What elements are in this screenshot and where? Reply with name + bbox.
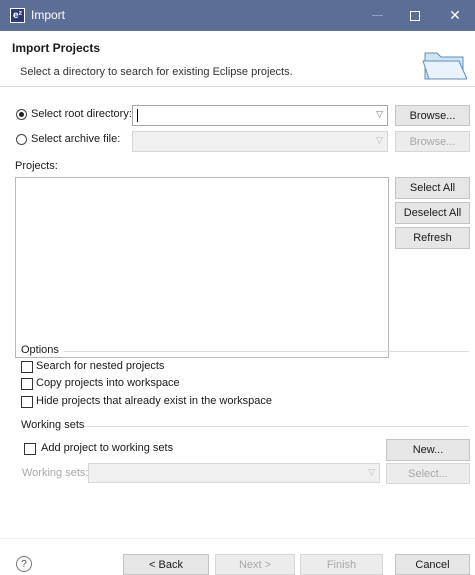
- options-group-title: Options: [21, 344, 59, 356]
- back-button[interactable]: < Back: [123, 554, 209, 575]
- folder-icon: [422, 52, 467, 80]
- root-directory-radio[interactable]: [16, 109, 29, 122]
- chevron-down-icon: ▽: [368, 467, 375, 477]
- finish-button[interactable]: Finish: [300, 554, 383, 575]
- wizard-body: Select root directory: ▽ Browse... Selec…: [0, 88, 475, 575]
- hide-existing-label: Hide projects that already exist in the …: [36, 395, 273, 407]
- working-sets-label: Working sets:: [22, 467, 89, 479]
- page-title: Import Projects: [12, 41, 101, 55]
- maximize-icon: [410, 10, 420, 21]
- root-directory-combo[interactable]: ▽: [132, 105, 388, 126]
- next-button[interactable]: Next >: [215, 554, 295, 575]
- select-all-button[interactable]: Select All: [395, 177, 470, 199]
- archive-file-label: Select archive file:: [31, 133, 121, 145]
- archive-file-combo[interactable]: ▽: [132, 131, 388, 152]
- refresh-button[interactable]: Refresh: [395, 227, 470, 249]
- text-caret: [137, 109, 138, 122]
- working-sets-divider: [84, 426, 469, 427]
- deselect-all-button[interactable]: Deselect All: [395, 202, 470, 224]
- working-sets-group-title: Working sets: [21, 419, 85, 431]
- working-sets-combo[interactable]: ▽: [88, 463, 380, 483]
- radio-indicator: [16, 109, 27, 120]
- select-working-sets-button[interactable]: Select...: [386, 463, 470, 484]
- radio-indicator: [16, 134, 27, 145]
- search-nested-label: Search for nested projects: [36, 360, 165, 372]
- import-dialog: e² Import ✕ Import Projects Select a dir…: [0, 0, 475, 575]
- projects-list[interactable]: [15, 177, 389, 358]
- add-to-working-sets-checkbox[interactable]: [24, 443, 36, 455]
- add-to-working-sets-label: Add project to working sets: [41, 442, 174, 454]
- hide-existing-checkbox[interactable]: [21, 396, 33, 408]
- browse-button[interactable]: Browse...: [395, 105, 470, 126]
- copy-projects-label: Copy projects into workspace: [36, 377, 180, 389]
- search-nested-checkbox[interactable]: [21, 361, 33, 373]
- new-working-set-button[interactable]: New...: [386, 439, 470, 461]
- archive-file-radio[interactable]: [16, 134, 29, 147]
- browse-archive-button[interactable]: Browse...: [395, 131, 470, 152]
- chevron-down-icon: ▽: [376, 135, 383, 145]
- minimize-icon: [371, 15, 383, 16]
- cancel-button[interactable]: Cancel: [395, 554, 470, 575]
- page-description: Select a directory to search for existin…: [20, 66, 293, 78]
- copy-projects-checkbox[interactable]: [21, 378, 33, 390]
- close-button[interactable]: ✕: [438, 0, 472, 31]
- title-bar: e² Import ✕: [0, 0, 475, 31]
- options-divider: [64, 351, 469, 352]
- maximize-button[interactable]: [398, 0, 432, 31]
- chevron-down-icon: ▽: [376, 109, 383, 119]
- window-title: Import: [31, 8, 66, 22]
- help-icon[interactable]: ?: [16, 556, 32, 572]
- projects-label: Projects:: [15, 160, 58, 172]
- minimize-button[interactable]: [360, 0, 394, 31]
- wizard-header: Import Projects Select a directory to se…: [0, 31, 475, 87]
- root-directory-label: Select root directory:: [31, 108, 132, 120]
- close-icon: ✕: [449, 7, 461, 23]
- eclipse-app-icon: e²: [10, 8, 25, 23]
- footer-divider: [0, 538, 475, 539]
